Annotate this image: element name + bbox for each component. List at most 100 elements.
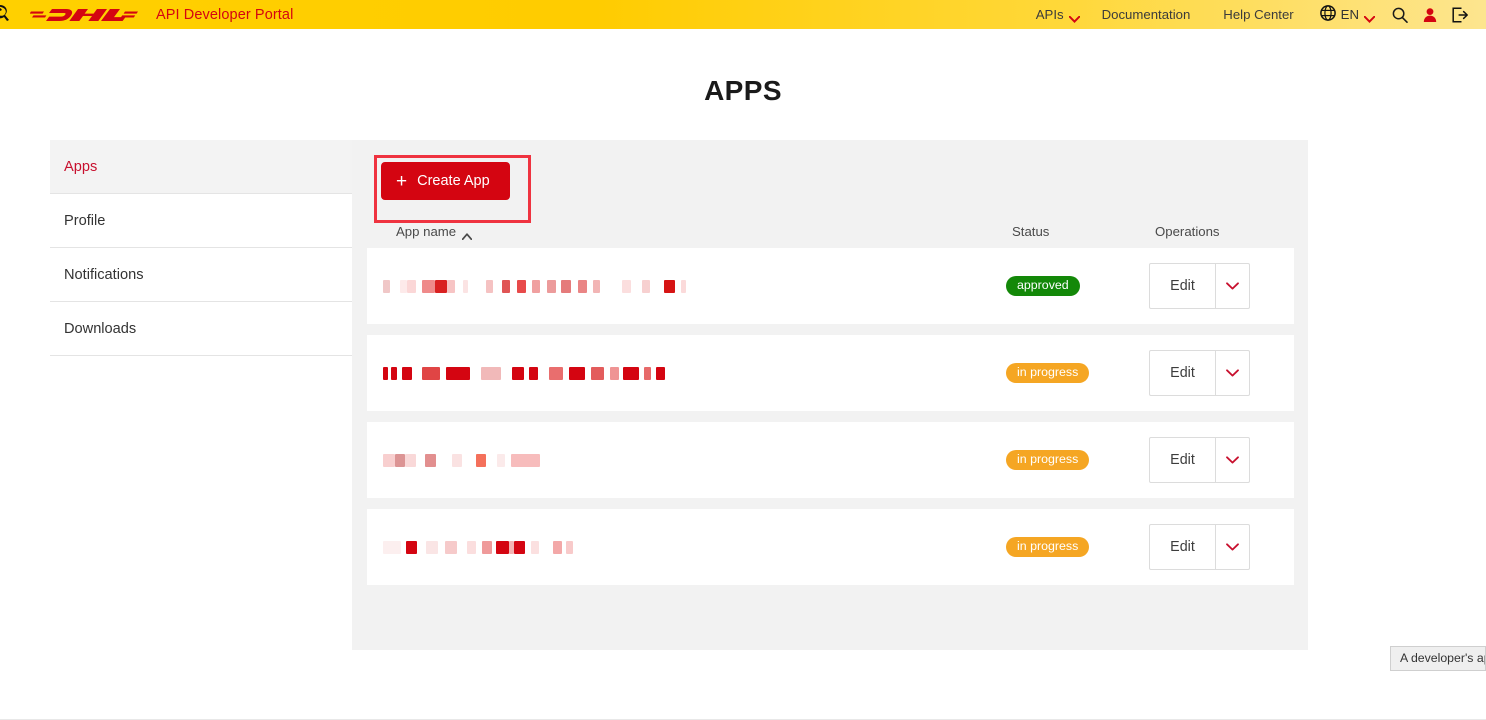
redacted-block (425, 453, 436, 467)
redacted-block (591, 366, 604, 380)
portal-title: API Developer Portal (156, 6, 294, 23)
redacted-block (457, 540, 467, 554)
language-selector[interactable]: EN (1316, 5, 1385, 24)
redacted-block (502, 279, 510, 293)
site-header: API Developer Portal APIs Documentation … (0, 0, 1486, 29)
sidebar-item-profile-label: Profile (64, 212, 106, 229)
redacted-block (532, 279, 540, 293)
table-row[interactable]: in progress Edit (367, 422, 1294, 498)
redacted-block (467, 540, 476, 554)
redacted-block (569, 366, 585, 380)
logout-icon[interactable] (1445, 0, 1475, 29)
edit-split-button[interactable]: Edit (1149, 350, 1250, 396)
sidebar-item-downloads-label: Downloads (64, 320, 137, 337)
chevron-down-icon[interactable] (1215, 351, 1249, 395)
cell-status: approved (993, 275, 1143, 297)
create-app-label: Create App (417, 173, 490, 189)
nav-item-apis-label: APIs (1035, 7, 1064, 22)
redacted-block (417, 540, 426, 554)
redacted-block (547, 279, 556, 293)
cell-app-name[interactable] (383, 445, 993, 475)
redacted-block (400, 279, 407, 293)
app-name-redacted (383, 273, 686, 299)
chevron-down-icon (1068, 11, 1080, 23)
nav-item-help-center[interactable]: Help Center (1203, 0, 1315, 29)
redacted-block (412, 366, 422, 380)
redacted-block (493, 279, 502, 293)
cell-app-name[interactable] (383, 358, 993, 388)
cell-operations: Edit (1143, 524, 1280, 570)
redacted-block (631, 279, 642, 293)
redacted-block (407, 279, 416, 293)
redacted-block (511, 453, 540, 467)
sidebar: Apps Profile Notifications Downloads (50, 140, 352, 650)
table-row[interactable]: in progress Edit (367, 509, 1294, 585)
edit-split-button[interactable]: Edit (1149, 263, 1250, 309)
redacted-block (650, 279, 664, 293)
redacted-block (436, 453, 452, 467)
column-header-app-name[interactable]: App name (396, 224, 993, 240)
sidebar-item-profile[interactable]: Profile (50, 194, 352, 248)
redacted-block (486, 453, 497, 467)
search-icon[interactable] (1385, 0, 1415, 29)
cell-app-name[interactable] (383, 532, 993, 562)
caret-up-icon (461, 228, 473, 240)
nav-item-apis[interactable]: APIs (1023, 0, 1093, 29)
redacted-block (402, 366, 412, 380)
posthorn-icon (0, 0, 11, 29)
create-app-button[interactable]: + Create App (381, 162, 510, 200)
redacted-block (452, 453, 462, 467)
redacted-block (406, 540, 417, 554)
sidebar-item-notifications[interactable]: Notifications (50, 248, 352, 302)
redacted-block (462, 453, 476, 467)
redacted-block (435, 279, 447, 293)
plus-icon: + (396, 170, 408, 192)
edit-button-label[interactable]: Edit (1150, 525, 1215, 569)
cell-app-name[interactable] (383, 271, 993, 301)
user-icon[interactable] (1415, 0, 1445, 29)
edit-button-label[interactable]: Edit (1150, 438, 1215, 482)
redacted-block (447, 279, 455, 293)
nav-item-documentation[interactable]: Documentation (1093, 0, 1204, 29)
nav-item-help-center-label: Help Center (1223, 7, 1294, 22)
table-row[interactable]: in progress Edit (367, 335, 1294, 411)
chevron-down-icon[interactable] (1215, 264, 1249, 308)
dhl-logo[interactable] (30, 4, 138, 26)
sidebar-item-downloads[interactable]: Downloads (50, 302, 352, 356)
sidebar-item-notifications-label: Notifications (64, 266, 144, 283)
chevron-down-icon[interactable] (1215, 525, 1249, 569)
apps-table-header: App name Status Operations (367, 214, 1294, 248)
column-header-status: Status (1012, 223, 1050, 239)
status-badge: in progress (1006, 362, 1090, 384)
status-badge: approved (1006, 275, 1080, 297)
redacted-block (486, 279, 493, 293)
redacted-block (510, 279, 517, 293)
edit-split-button[interactable]: Edit (1149, 437, 1250, 483)
sidebar-item-apps[interactable]: Apps (50, 140, 352, 194)
edit-button-label[interactable]: Edit (1150, 351, 1215, 395)
redacted-block (481, 366, 501, 380)
redacted-block (642, 279, 650, 293)
edit-split-button[interactable]: Edit (1149, 524, 1250, 570)
status-badge: in progress (1006, 536, 1090, 558)
redacted-block (501, 366, 512, 380)
chevron-down-icon[interactable] (1215, 438, 1249, 482)
redacted-block (445, 540, 457, 554)
redacted-block (622, 279, 631, 293)
redacted-block (383, 279, 390, 293)
page-title: APPS (704, 75, 782, 106)
cell-operations: Edit (1143, 350, 1280, 396)
edit-button-label[interactable]: Edit (1150, 264, 1215, 308)
main-layout: Apps Profile Notifications Downloads + C… (0, 140, 1486, 650)
redacted-block (553, 540, 562, 554)
redacted-block (538, 366, 549, 380)
table-row[interactable]: approved Edit (367, 248, 1294, 324)
cell-operations: Edit (1143, 437, 1280, 483)
cell-status: in progress (993, 449, 1143, 471)
redacted-block (422, 366, 440, 380)
redacted-block (426, 540, 438, 554)
redacted-block (566, 540, 573, 554)
redacted-block (539, 540, 553, 554)
redacted-block (512, 366, 524, 380)
apps-table-body: approved Edit in progress Edit in progre (367, 248, 1294, 585)
